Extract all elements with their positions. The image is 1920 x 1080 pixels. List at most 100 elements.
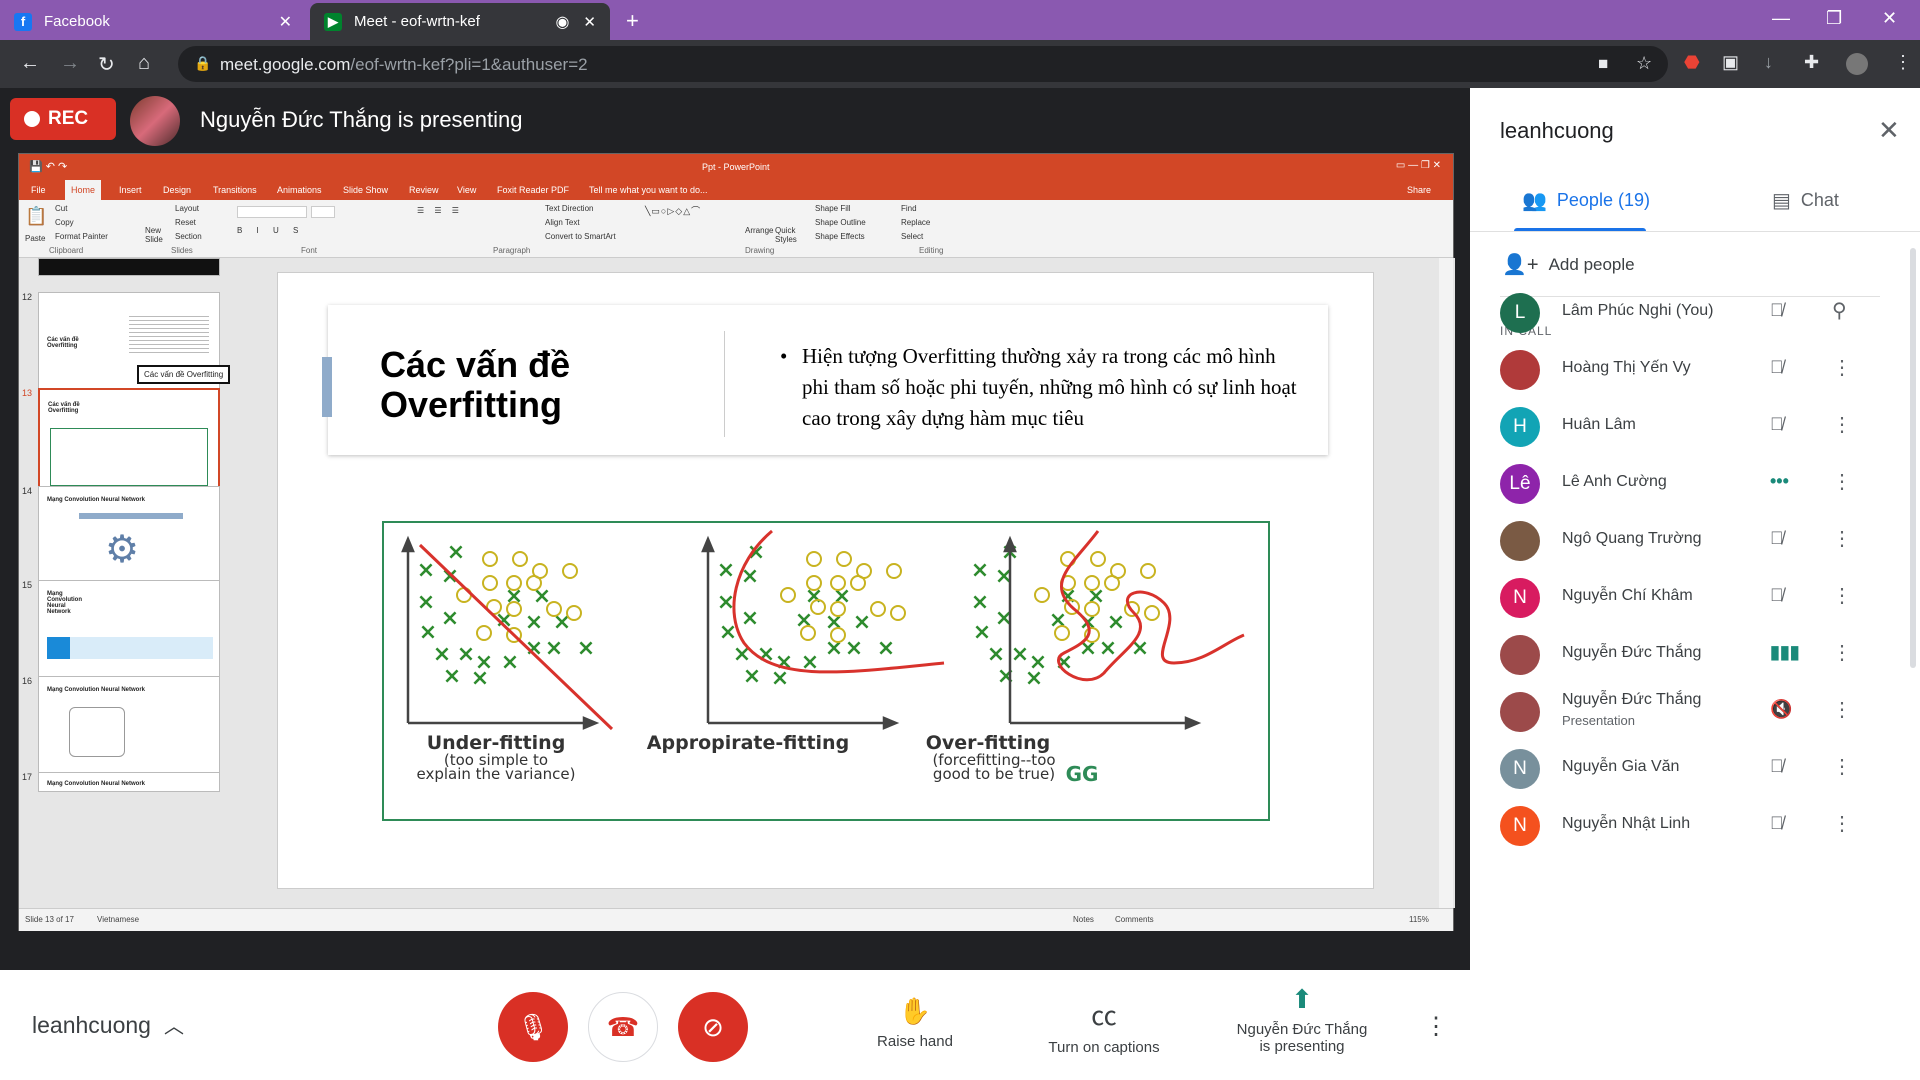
more-vert-icon[interactable]: ⋮	[1832, 355, 1852, 380]
ribbon-section: Section	[175, 232, 202, 241]
raise-hand-button[interactable]: ✋ Raise hand	[870, 996, 960, 1050]
minimize-button[interactable]: —	[1772, 8, 1790, 29]
status-language: Vietnamese	[97, 915, 140, 924]
group-paragraph: Paragraph	[493, 246, 531, 255]
camera-off-button[interactable]: ⊘	[678, 992, 748, 1062]
more-vert-icon[interactable]: ⋮	[1832, 583, 1852, 608]
speaking-dots-icon: •••	[1770, 471, 1789, 491]
ppt-status-bar: Slide 13 of 17 Vietnamese Notes Comments…	[19, 908, 1453, 931]
url-text[interactable]: meet.google.com/eof-wrtn-kef?pli=1&authu…	[220, 55, 588, 75]
title-accent-bar	[322, 357, 332, 417]
presenting-button[interactable]: ⬆ Nguyễn Đức Thắng is presenting	[1222, 984, 1382, 1055]
add-people-button[interactable]: 👤+ Add people	[1502, 252, 1635, 277]
mic-off-icon: 🎙̸	[1770, 414, 1784, 434]
tab-divider	[1470, 231, 1920, 232]
camera-icon[interactable]: ■	[1598, 54, 1608, 74]
more-options-icon[interactable]: ⋮	[1424, 1012, 1448, 1041]
mic-off-icon: 🎙̸	[1770, 528, 1784, 548]
panel-scrollbar[interactable]	[1910, 248, 1916, 668]
present-screen-icon: ⬆	[1291, 984, 1313, 1014]
tab-people[interactable]: 👥 People (19)	[1522, 188, 1650, 213]
more-vert-icon[interactable]: ⋮	[1832, 412, 1852, 437]
phone-hangup-icon: ☎	[606, 1011, 640, 1042]
avatar: H	[1500, 407, 1540, 447]
ribbon-tab-animations: Animations	[277, 185, 322, 195]
extensions-puzzle-icon[interactable]: ✚	[1804, 52, 1819, 73]
close-window-button[interactable]: ✕	[1882, 8, 1897, 29]
captions-button[interactable]: ㏄ Turn on captions	[1034, 996, 1174, 1056]
more-vert-icon[interactable]: ⋮	[1832, 526, 1852, 551]
ribbon-select: Select	[901, 232, 924, 241]
back-icon[interactable]: ←	[20, 52, 40, 75]
font-name-box	[237, 206, 307, 218]
circle-marker	[836, 551, 852, 567]
recording-badge: REC	[10, 98, 116, 140]
meeting-details[interactable]: leanhcuong	[32, 1012, 151, 1039]
new-tab-button[interactable]: +	[626, 8, 639, 34]
omnibox[interactable]: 🔒 meet.google.com/eof-wrtn-kef?pli=1&aut…	[178, 46, 1668, 82]
extension-stop-icon[interactable]: ⬣	[1684, 52, 1700, 73]
chevron-up-icon[interactable]: ︿	[164, 1010, 184, 1039]
avatar: L	[1500, 293, 1540, 333]
reload-icon[interactable]: ↻	[98, 52, 115, 77]
thumbnail-figure	[50, 428, 208, 486]
close-tab-icon[interactable]: ✕	[583, 13, 596, 31]
tab-meet[interactable]: ▶ Meet - eof-wrtn-kef ◉ ✕	[310, 3, 610, 40]
avatar	[1500, 692, 1540, 732]
slide-canvas: Các vấn đề Overfitting Hiện tượng Overfi…	[277, 272, 1374, 889]
x-marker: ×	[971, 558, 989, 583]
forward-icon[interactable]: →	[60, 52, 80, 75]
chrome-menu-icon[interactable]: ⋮	[1894, 52, 1912, 73]
people-panel: leanhcuong ✕ 👥 People (19) ▤ Chat 👤+ Add pe…	[1470, 88, 1920, 1080]
close-panel-icon[interactable]: ✕	[1878, 115, 1900, 146]
participant-name: Huân Lâm	[1562, 416, 1636, 433]
ppt-window-controls: ▭ — ❐ ✕	[1395, 160, 1441, 171]
thumbnail-title: Mạng Convolution Neural Network	[47, 781, 146, 787]
x-marker: ×	[997, 664, 1015, 689]
ribbon-tab-design: Design	[163, 185, 192, 195]
ppt-share: Share	[1407, 185, 1432, 195]
mic-off-button[interactable]: 🎙	[498, 992, 568, 1062]
more-vert-icon[interactable]: ⋮	[1832, 754, 1852, 779]
extension-meet-icon[interactable]: ▣	[1722, 52, 1739, 73]
presenting-label-2: is presenting	[1259, 1038, 1345, 1055]
circle-marker	[1034, 587, 1050, 603]
pin-icon[interactable]: ⚲	[1832, 298, 1847, 323]
x-marker: ×	[805, 584, 823, 609]
circle-marker	[870, 601, 886, 617]
download-icon[interactable]: ↓	[1764, 52, 1773, 73]
status-slide-count: Slide 13 of 17	[25, 915, 74, 924]
bookmark-star-icon[interactable]: ☆	[1636, 53, 1652, 74]
avatar: N	[1500, 806, 1540, 846]
home-icon[interactable]: ⌂	[138, 52, 150, 75]
meet-control-bar: leanhcuong ︿ 🎙 ☎ ⊘ ✋ Raise hand ㏄ Turn o…	[0, 970, 1470, 1080]
x-marker: ×	[577, 636, 595, 661]
slide-title: Các vấn đề Overfitting	[380, 344, 571, 425]
save-icon: 💾 ↶ ↷	[29, 161, 68, 173]
thumbnail-13-selected: Các vấn đề Overfitting	[38, 388, 220, 494]
more-vert-icon[interactable]: ⋮	[1832, 697, 1852, 722]
panel-sublabel: good to be true)	[933, 765, 1055, 783]
thumbnail-title: Mạng Convolution Neural Network	[47, 497, 146, 503]
address-bar-row: ← → ↻ ⌂ 🔒 meet.google.com/eof-wrtn-kef?p…	[0, 40, 1920, 88]
tab-chat[interactable]: ▤ Chat	[1772, 188, 1839, 213]
close-tab-icon[interactable]: ✕	[279, 12, 292, 32]
restore-button[interactable]: ❐	[1826, 8, 1842, 29]
leave-call-button[interactable]: ☎	[588, 992, 658, 1062]
avatar	[1500, 521, 1540, 561]
tab-facebook[interactable]: f Facebook ✕	[0, 3, 306, 40]
more-vert-icon[interactable]: ⋮	[1832, 469, 1852, 494]
thumbnail-bar	[79, 513, 183, 519]
profile-avatar[interactable]	[1846, 53, 1868, 75]
record-dot-icon	[24, 111, 40, 127]
x-marker: ×	[795, 608, 813, 633]
presenter-avatar	[130, 96, 180, 146]
more-vert-icon[interactable]: ⋮	[1832, 811, 1852, 836]
x-marker: ×	[1049, 608, 1067, 633]
ribbon-tell-me: Tell me what you want to do...	[589, 185, 708, 195]
more-vert-icon[interactable]: ⋮	[1832, 640, 1852, 665]
participant-row[interactable]: N Nguyễn Nhật Linh 🎙̸ ⋮	[1470, 791, 1920, 861]
shared-screen-powerpoint: 💾 ↶ ↷ Ppt - PowerPoint ▭ — ❐ ✕ File Home…	[18, 153, 1455, 931]
circle-marker	[562, 563, 578, 579]
ppt-ribbon: 📋 Paste Cut Copy Format Painter New Slid…	[19, 200, 1453, 258]
